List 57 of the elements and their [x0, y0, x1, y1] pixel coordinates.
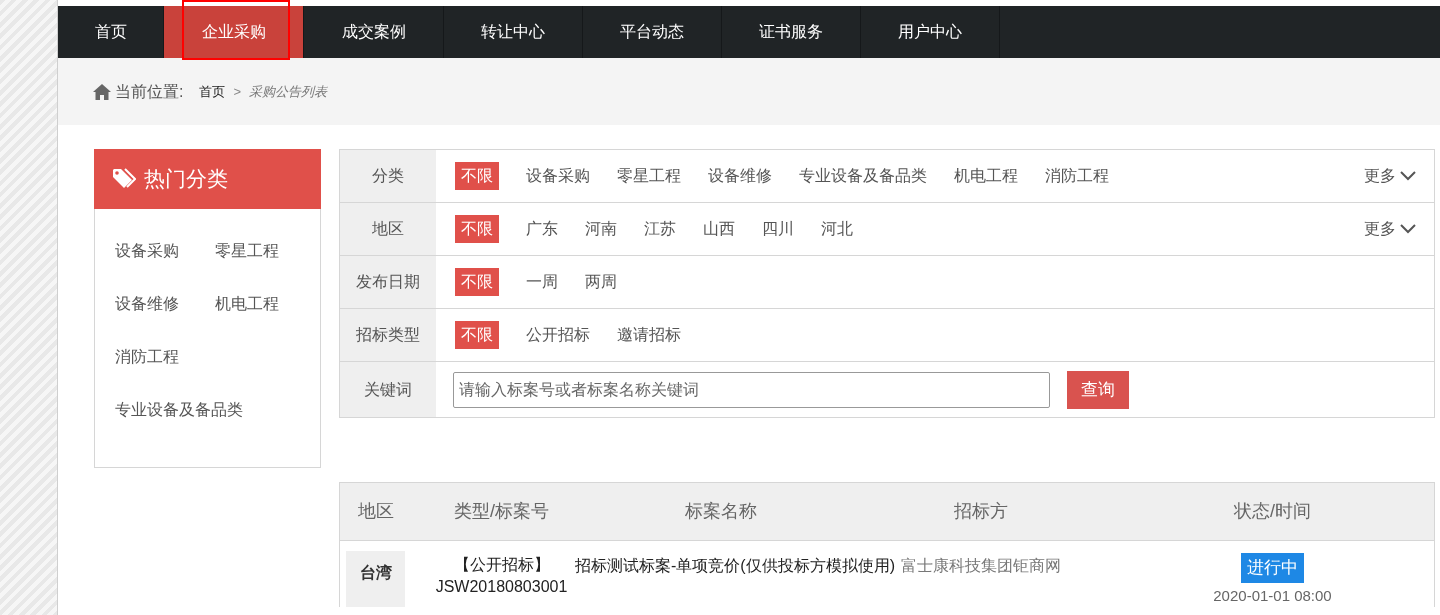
bid-number: JSW20180803001 — [435, 577, 568, 597]
column-header: 招标方 — [953, 500, 1008, 523]
column-header: 状态/时间 — [1234, 500, 1311, 523]
filter-option[interactable]: 不限 — [455, 321, 499, 349]
filter-option[interactable]: 山西 — [703, 217, 735, 241]
filter-label: 发布日期 — [340, 256, 436, 308]
region-cell: 台湾 — [346, 551, 405, 607]
filter-option[interactable]: 两周 — [585, 270, 617, 294]
filter-label: 招标类型 — [340, 309, 436, 361]
filter-option[interactable]: 江苏 — [644, 217, 676, 241]
filter-option[interactable]: 不限 — [455, 268, 499, 296]
nav-tab[interactable]: 企业采购 — [164, 6, 304, 58]
chevron-down-icon — [1400, 171, 1416, 181]
buyer-name: 富士康科技集团钜商网 — [900, 556, 1061, 576]
column-header: 地区 — [358, 500, 394, 523]
filter-option[interactable]: 河北 — [821, 217, 853, 241]
sidebar-title: 热门分类 — [144, 166, 228, 193]
filter-label: 分类 — [340, 150, 436, 202]
chevron-down-icon — [1400, 224, 1416, 234]
filter-option[interactable]: 一周 — [526, 270, 558, 294]
filter-option[interactable]: 零星工程 — [617, 164, 681, 188]
filter-option[interactable]: 设备维修 — [708, 164, 772, 188]
bid-title-link[interactable]: 招标测试标案-单项竞价(仅供投标方模拟使用) — [575, 557, 895, 574]
column-header: 类型/标案号 — [454, 500, 549, 523]
filter-option[interactable]: 广东 — [526, 217, 558, 241]
bid-type: 【公开招标】 — [453, 555, 550, 575]
filter-option[interactable]: 邀请招标 — [617, 323, 681, 347]
more-link[interactable]: 更多 — [1364, 150, 1416, 202]
filter-option[interactable]: 四川 — [762, 217, 794, 241]
category-link[interactable]: 零星工程 — [215, 239, 315, 263]
filter-label: 地区 — [340, 203, 436, 255]
breadcrumb-label: 当前位置: — [115, 81, 184, 102]
category-link[interactable]: 专业设备及备品类 — [115, 398, 315, 422]
filter-option[interactable]: 河南 — [585, 217, 617, 241]
category-link[interactable]: 设备采购 — [115, 239, 215, 263]
filter-option[interactable]: 机电工程 — [954, 164, 1018, 188]
filter-option[interactable]: 消防工程 — [1045, 164, 1109, 188]
breadcrumb-link[interactable]: 采购公告列表 — [249, 81, 328, 102]
category-link[interactable]: 消防工程 — [115, 345, 215, 369]
status-badge: 进行中 — [1241, 553, 1304, 583]
column-header: 标案名称 — [684, 500, 757, 523]
filter-option[interactable]: 不限 — [455, 162, 499, 190]
filter-option[interactable]: 专业设备及备品类 — [799, 164, 927, 188]
category-link[interactable]: 设备维修 — [115, 292, 215, 316]
breadcrumb-separator: > — [233, 82, 242, 101]
filter-option[interactable]: 不限 — [455, 215, 499, 243]
filter-label: 关键词 — [340, 362, 436, 417]
date-time: 2020-01-01 08:00 — [1213, 585, 1332, 606]
keyword-field[interactable]: 请输入标案号或者标案名称关键词 — [453, 371, 1050, 408]
category-link[interactable]: 机电工程 — [215, 292, 315, 316]
filter-option[interactable]: 公开招标 — [526, 323, 590, 347]
more-link[interactable]: 更多 — [1364, 203, 1416, 255]
home-icon — [93, 83, 111, 100]
filter-option[interactable]: 设备采购 — [526, 164, 590, 188]
search-button[interactable]: 查询 — [1067, 370, 1129, 409]
breadcrumb-link[interactable]: 首页 — [199, 81, 226, 102]
tag-icon — [112, 168, 136, 190]
